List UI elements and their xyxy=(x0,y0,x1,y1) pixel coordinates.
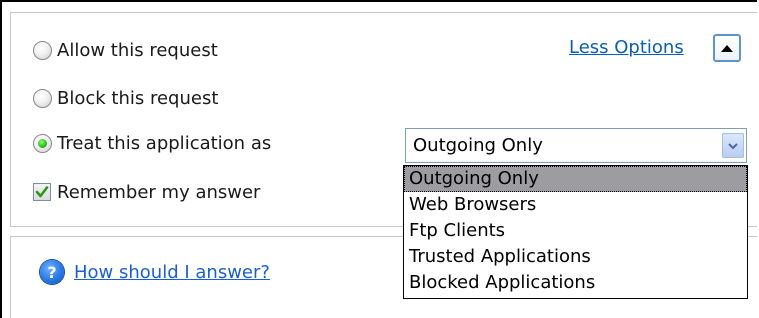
help-row: ? How should I answer? xyxy=(40,260,270,284)
dropdown-option[interactable]: Trusted Applications xyxy=(404,244,747,270)
question-icon[interactable]: ? xyxy=(40,260,64,284)
remember-checkbox[interactable] xyxy=(33,183,51,201)
dropdown-option[interactable]: Outgoing Only xyxy=(404,166,747,192)
dropdown-arrow-button[interactable] xyxy=(722,133,744,158)
dropdown-option[interactable]: Ftp Clients xyxy=(404,218,747,244)
dropdown-option[interactable]: Blocked Applications xyxy=(404,270,747,296)
chevron-up-icon xyxy=(721,45,733,52)
allow-request-label: Allow this request xyxy=(57,39,218,61)
block-radio[interactable] xyxy=(33,88,52,108)
dropdown-option[interactable]: Web Browsers xyxy=(404,192,747,218)
treat-application-option[interactable]: Treat this application as xyxy=(33,129,271,157)
block-request-label: Block this request xyxy=(57,87,219,109)
allow-request-option[interactable]: Allow this request xyxy=(33,36,218,64)
treat-application-label: Treat this application as xyxy=(57,132,272,154)
select-value: Outgoing Only xyxy=(413,135,543,156)
treat-radio[interactable] xyxy=(33,133,52,153)
remember-answer-label: Remember my answer xyxy=(57,181,261,203)
chevron-down-icon xyxy=(728,142,738,149)
allow-radio[interactable] xyxy=(33,40,52,60)
block-request-option[interactable]: Block this request xyxy=(33,84,218,112)
checkmark-icon xyxy=(35,186,49,198)
how-should-i-answer-link[interactable]: How should I answer? xyxy=(74,262,270,283)
remember-answer-option[interactable]: Remember my answer xyxy=(33,178,260,206)
application-type-dropdown-list: Outgoing Only Web Browsers Ftp Clients T… xyxy=(403,165,748,299)
application-type-select[interactable]: Outgoing Only xyxy=(405,128,747,163)
less-options-link[interactable]: Less Options xyxy=(569,37,684,58)
collapse-button[interactable] xyxy=(713,34,741,62)
